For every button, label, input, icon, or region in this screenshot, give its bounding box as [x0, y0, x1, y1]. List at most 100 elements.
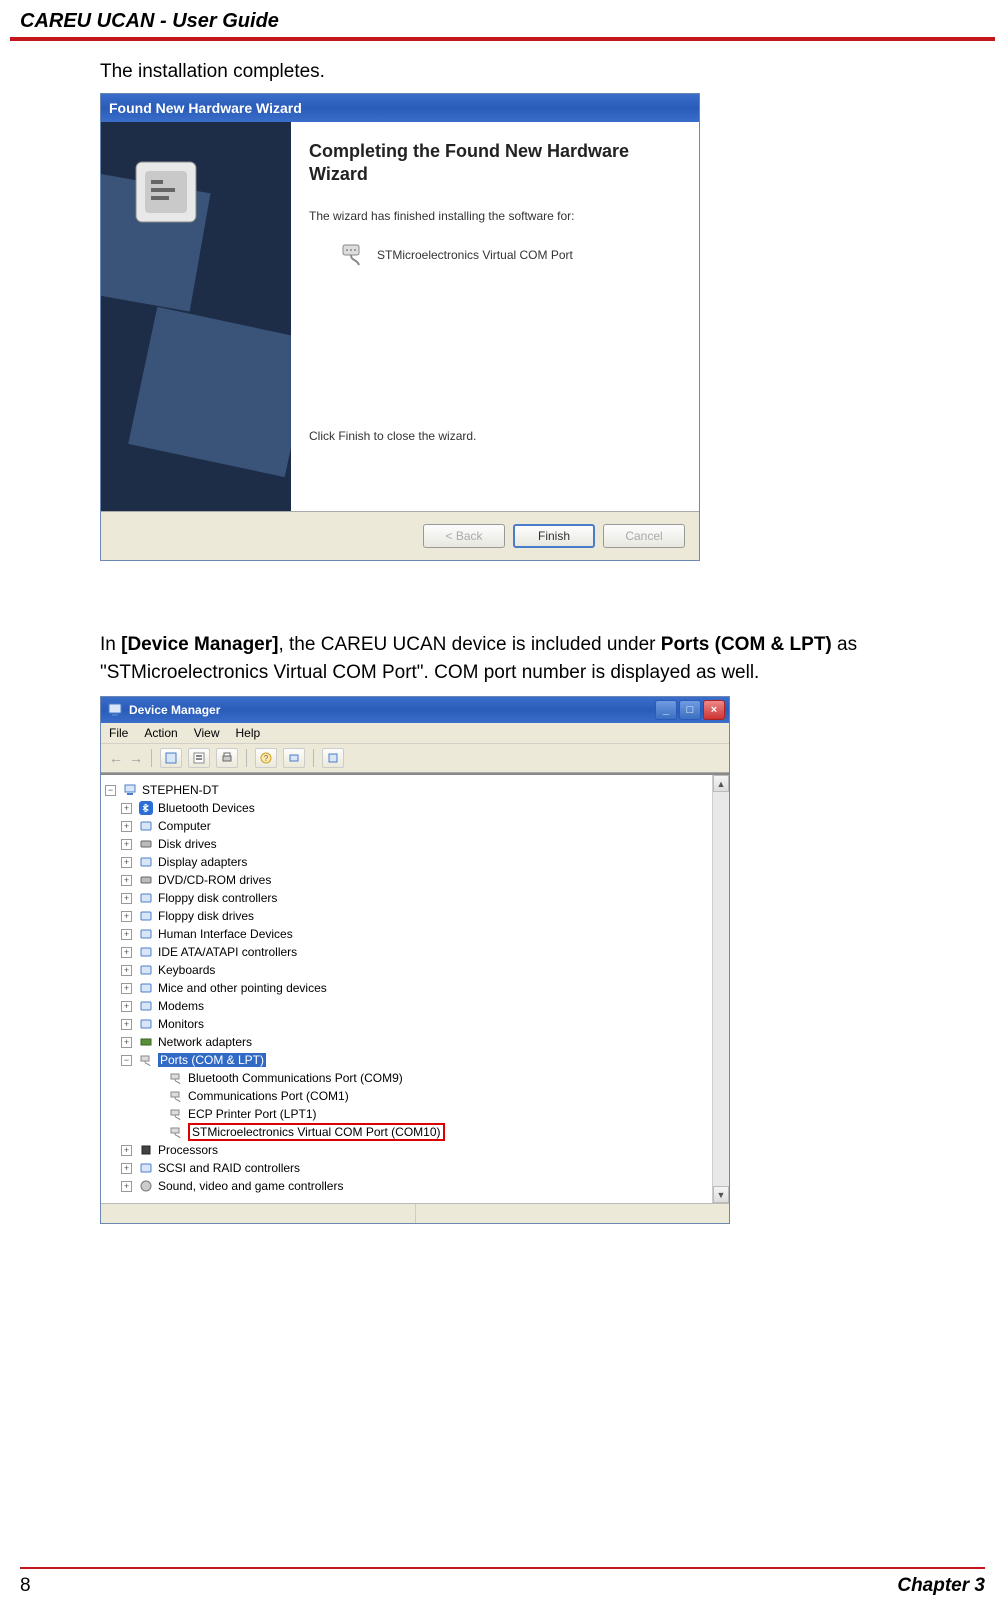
wizard-heading: Completing the Found New Hardware Wizard [309, 140, 681, 187]
tree-node-label: SCSI and RAID controllers [158, 1161, 300, 1175]
tree-node-icon [138, 1052, 154, 1068]
tree-node-icon [138, 800, 154, 816]
toolbar-btn-print[interactable] [216, 748, 238, 768]
expand-icon[interactable]: + [121, 983, 132, 994]
tree-root-label: STEPHEN-DT [142, 783, 219, 797]
tree-node[interactable]: +DVD/CD-ROM drives [105, 871, 708, 889]
wizard-footnote: Click Finish to close the wizard. [309, 429, 681, 443]
toolbar-btn-scan[interactable] [283, 748, 305, 768]
tree-leaf-label: Bluetooth Communications Port (COM9) [188, 1071, 403, 1085]
tree-node-icon [138, 1160, 154, 1176]
menu-view[interactable]: View [194, 726, 220, 740]
maximize-button[interactable]: □ [679, 700, 701, 720]
expand-icon[interactable]: + [121, 821, 132, 832]
tree-leaf[interactable]: Bluetooth Communications Port (COM9) [105, 1069, 708, 1087]
tree-leaf[interactable]: STMicroelectronics Virtual COM Port (COM… [105, 1123, 708, 1141]
tree-node[interactable]: + SCSI and RAID controllers [105, 1159, 708, 1177]
wizard-titlebar: Found New Hardware Wizard [101, 94, 699, 122]
wizard-body: Completing the Found New Hardware Wizard… [101, 122, 699, 512]
expand-icon[interactable]: + [121, 1037, 132, 1048]
expand-icon[interactable]: + [121, 1001, 132, 1012]
tree-node[interactable]: + Computer [105, 817, 708, 835]
page-number: 8 [20, 1575, 31, 1597]
tree-node[interactable]: + Keyboards [105, 961, 708, 979]
devmgr-tree[interactable]: − STEPHEN-DT + Bluetooth Devices + Computer +D… [101, 775, 712, 1203]
tree-leaf[interactable]: Communications Port (COM1) [105, 1087, 708, 1105]
finish-button[interactable]: Finish [513, 524, 595, 548]
expand-icon[interactable]: + [121, 803, 132, 814]
tree-node[interactable]: +Monitors [105, 1015, 708, 1033]
p2-pre: In [100, 634, 121, 655]
expand-icon[interactable]: + [121, 1181, 132, 1192]
cancel-button: Cancel [603, 524, 685, 548]
expand-icon[interactable]: − [121, 1055, 132, 1066]
minimize-button[interactable]: _ [655, 700, 677, 720]
devmgr-statusbar [101, 1203, 729, 1223]
scroll-up-icon[interactable]: ▲ [713, 775, 729, 792]
tree-leaf[interactable]: ECP Printer Port (LPT1) [105, 1105, 708, 1123]
expand-icon[interactable]: − [105, 785, 116, 796]
p2-bold1: [Device Manager] [121, 634, 278, 655]
close-button[interactable]: × [703, 700, 725, 720]
expand-icon[interactable]: + [121, 911, 132, 922]
tree-node-label: Network adapters [158, 1035, 252, 1049]
toolbar-btn-1[interactable] [160, 748, 182, 768]
tree-node-icon [168, 1088, 184, 1104]
toolbar-btn-properties[interactable] [188, 748, 210, 768]
menu-file[interactable]: File [109, 726, 128, 740]
tree-node[interactable]: +Floppy disk controllers [105, 889, 708, 907]
expand-icon[interactable]: + [121, 857, 132, 868]
tree-node-icon [168, 1106, 184, 1122]
tree-node[interactable]: +Processors [105, 1141, 708, 1159]
expand-icon[interactable]: + [121, 1019, 132, 1030]
toolbar-sep [151, 749, 152, 767]
tree-node[interactable]: + Modems [105, 997, 708, 1015]
tree-node-icon [138, 962, 154, 978]
toolbar-sep2 [246, 749, 247, 767]
expand-icon[interactable]: + [121, 839, 132, 850]
tree-node-icon [138, 908, 154, 924]
tree-node-icon [138, 980, 154, 996]
tree-root[interactable]: − STEPHEN-DT [105, 781, 708, 799]
expand-icon[interactable]: + [121, 1145, 132, 1156]
tree-node-icon [138, 854, 154, 870]
expand-icon[interactable]: + [121, 1163, 132, 1174]
tree-node-label: Keyboards [158, 963, 215, 977]
tree-node-label: Bluetooth Devices [158, 801, 255, 815]
expand-icon[interactable]: + [121, 893, 132, 904]
tree-node-label: IDE ATA/ATAPI controllers [158, 945, 297, 959]
toolbar-btn-help[interactable]: ? [255, 748, 277, 768]
tree-node-label: Modems [158, 999, 204, 1013]
expand-icon[interactable]: + [121, 965, 132, 976]
tree-node-label: Sound, video and game controllers [158, 1179, 343, 1193]
wizard-device-row: STMicroelectronics Virtual COM Port [309, 241, 681, 269]
intro-text-2: In [Device Manager], the CAREU UCAN devi… [100, 631, 985, 686]
tree-node-ports[interactable]: −Ports (COM & LPT) [105, 1051, 708, 1069]
tree-node-icon [138, 836, 154, 852]
expand-icon[interactable]: + [121, 929, 132, 940]
menu-action[interactable]: Action [144, 726, 177, 740]
wizard-main: Completing the Found New Hardware Wizard… [291, 122, 699, 511]
footer-divider [20, 1567, 985, 1569]
toolbar-btn-6[interactable] [322, 748, 344, 768]
tree-node[interactable]: + IDE ATA/ATAPI controllers [105, 943, 708, 961]
chapter-label: Chapter 3 [897, 1575, 985, 1597]
expand-icon[interactable]: + [121, 875, 132, 886]
vertical-scrollbar[interactable]: ▲ ▼ [712, 775, 729, 1203]
device-manager-window: Device Manager _ □ × File Action View He… [100, 696, 730, 1224]
tree-node[interactable]: +Human Interface Devices [105, 925, 708, 943]
tree-node-label: Computer [158, 819, 211, 833]
menu-help[interactable]: Help [236, 726, 261, 740]
scroll-down-icon[interactable]: ▼ [713, 1186, 729, 1203]
tree-node[interactable]: +Mice and other pointing devices [105, 979, 708, 997]
tree-node[interactable]: +Display adapters [105, 853, 708, 871]
tree-node[interactable]: + Sound, video and game controllers [105, 1177, 708, 1195]
tree-node[interactable]: +Disk drives [105, 835, 708, 853]
expand-icon[interactable]: + [121, 947, 132, 958]
tree-node[interactable]: + Network adapters [105, 1033, 708, 1051]
tree-node[interactable]: + Bluetooth Devices [105, 799, 708, 817]
tree-node[interactable]: +Floppy disk drives [105, 907, 708, 925]
devmgr-tree-wrap: − STEPHEN-DT + Bluetooth Devices + Computer +D… [101, 773, 729, 1203]
tree-node-icon [138, 1016, 154, 1032]
devmgr-title: Device Manager [129, 703, 220, 717]
